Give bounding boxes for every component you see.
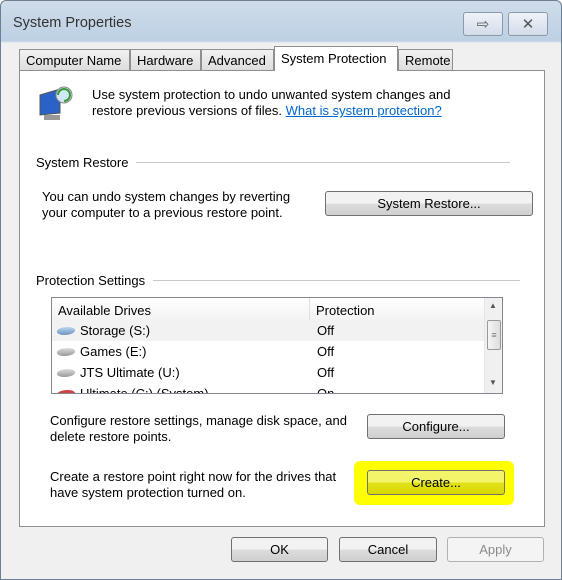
- close-icon: ✕: [521, 16, 535, 33]
- scroll-up-icon[interactable]: ▲: [489, 301, 497, 310]
- close-button[interactable]: ✕: [508, 12, 548, 36]
- drives-list[interactable]: Available Drives Protection Storage (S:)…: [51, 297, 503, 394]
- system-restore-text: You can undo system changes by reverting…: [42, 189, 291, 220]
- system-protection-panel: Use system protection to undo unwanted s…: [19, 70, 545, 527]
- create-button[interactable]: Create...: [367, 470, 505, 495]
- protection-settings-heading: Protection Settings: [36, 273, 146, 288]
- system-drive-icon: [55, 390, 77, 393]
- column-header-drives[interactable]: Available Drives: [52, 298, 310, 320]
- what-is-system-protection-link[interactable]: What is system protection?: [286, 103, 442, 118]
- apply-button[interactable]: Apply: [447, 537, 544, 562]
- scroll-thumb[interactable]: ≡: [487, 320, 501, 350]
- tab-remote[interactable]: Remote: [398, 49, 453, 71]
- cancel-button[interactable]: Cancel: [339, 537, 437, 562]
- window-title: System Properties: [13, 15, 132, 31]
- configure-button[interactable]: Configure...: [367, 414, 505, 439]
- create-text: Create a restore point right now for the…: [50, 469, 337, 500]
- drive-row[interactable]: Storage (S:) Off: [52, 320, 485, 341]
- divider: [136, 162, 510, 163]
- system-restore-heading: System Restore: [36, 155, 129, 170]
- ok-button[interactable]: OK: [231, 537, 328, 562]
- drive-row[interactable]: Games (E:) Off: [52, 341, 485, 362]
- help-icon: ⇨: [476, 16, 490, 33]
- system-properties-window: System Properties ⇨ ✕ Computer Name Hard…: [0, 0, 562, 580]
- tab-advanced[interactable]: Advanced: [201, 49, 274, 71]
- column-header-protection[interactable]: Protection: [310, 298, 485, 320]
- drive-icon: [55, 327, 77, 335]
- scroll-down-icon[interactable]: ▼: [489, 378, 497, 387]
- system-restore-button[interactable]: System Restore...: [325, 191, 533, 216]
- drives-scrollbar[interactable]: ▲ ≡ ▼: [484, 298, 502, 393]
- help-button[interactable]: ⇨: [463, 12, 503, 36]
- drive-icon: [55, 369, 77, 377]
- system-protection-icon: [36, 85, 76, 123]
- drive-row[interactable]: Ultimate (C:) (System) On: [52, 383, 485, 393]
- tab-computer-name[interactable]: Computer Name: [19, 49, 130, 71]
- divider: [153, 280, 520, 281]
- drive-icon: [55, 348, 77, 356]
- tab-system-protection[interactable]: System Protection: [274, 46, 398, 71]
- configure-text: Configure restore settings, manage disk …: [50, 413, 348, 444]
- tab-hardware[interactable]: Hardware: [130, 49, 201, 71]
- drive-row[interactable]: JTS Ultimate (U:) Off: [52, 362, 485, 383]
